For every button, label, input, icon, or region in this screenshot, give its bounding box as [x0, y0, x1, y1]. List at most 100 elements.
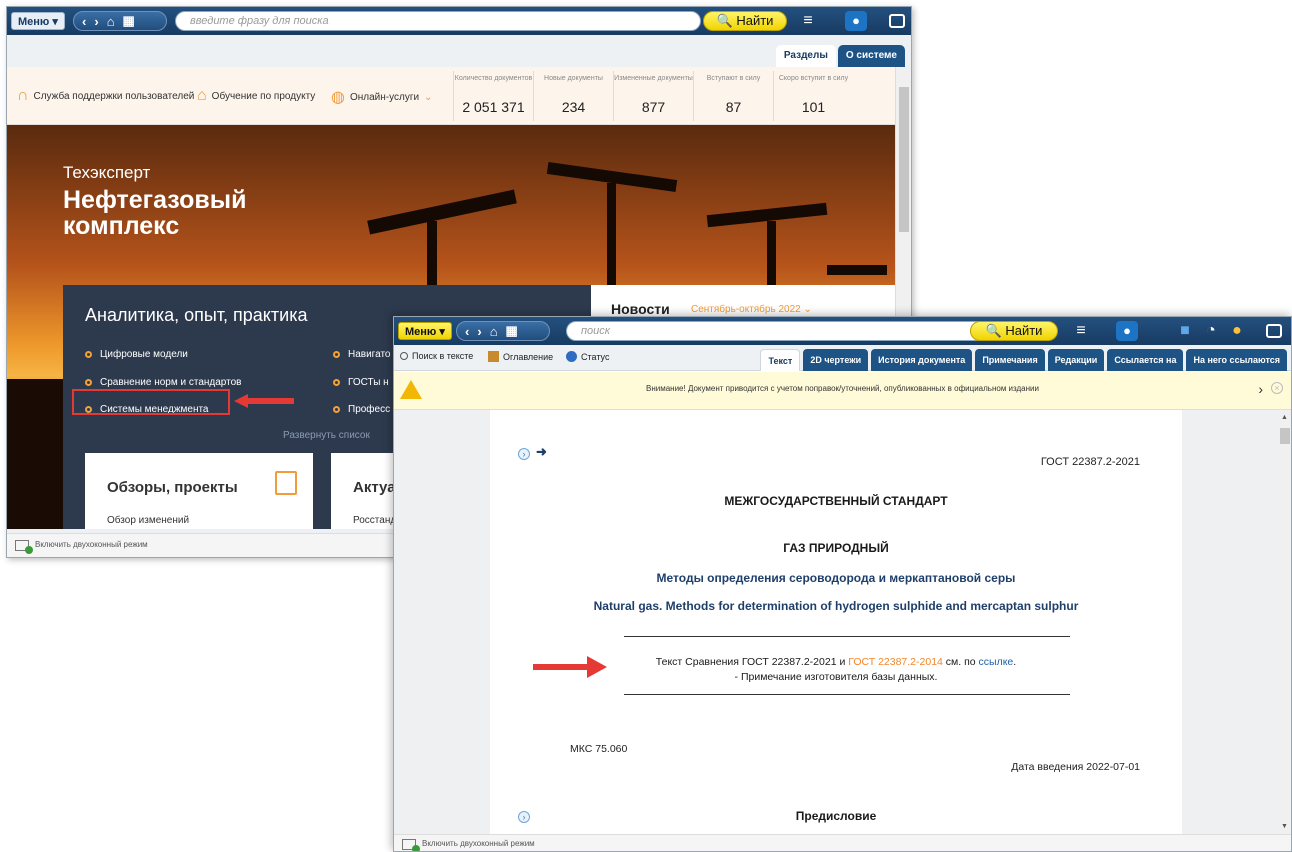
doc-mks: МКС 75.060	[570, 743, 628, 755]
close-icon[interactable]: ×	[1271, 382, 1283, 394]
analytics-item[interactable]: ГОСТы н	[333, 377, 389, 388]
analytics-title: Аналитика, опыт, практика	[85, 305, 308, 325]
doc-preface-heading: Предисловие	[795, 809, 877, 823]
document-icon	[275, 471, 297, 495]
support-link[interactable]: ∩ Служба поддержки пользователей	[17, 87, 194, 105]
stat-total[interactable]: Количество документов 2 051 371	[453, 71, 533, 121]
top-toolbar: Меню ▾ ‹ › ⌂ ▦ введите фразу для поиска …	[7, 7, 911, 35]
status-icon	[566, 351, 577, 362]
annotation-arrow-left	[234, 394, 294, 408]
back-arrow-icon[interactable]: ‹	[465, 324, 469, 339]
front-window: Меню ▾ ‹ › ⌂ ▦ поиск 🔍 Найти ≡ ● ■ ◔ ● П…	[393, 316, 1292, 852]
warning-text: Внимание! Документ приводится с учетом п…	[646, 384, 1039, 393]
menu-button[interactable]: Меню ▾	[11, 12, 65, 30]
bullet-icon	[333, 406, 340, 413]
clock-icon[interactable]: ◔	[1200, 321, 1222, 341]
grid-icon[interactable]: ▦	[123, 13, 135, 29]
book-icon	[488, 351, 499, 362]
chevron-down-icon: ⌄	[424, 91, 433, 103]
analytics-item[interactable]: Навигато	[333, 349, 390, 360]
document-page: › ➜ ГОСТ 22387.2-2021 МЕЖГОСУДАРСТВЕННЫЙ…	[490, 410, 1182, 834]
forward-arrow-icon[interactable]: ›	[477, 324, 481, 339]
document-tabs: Текст 2D чертежи История документа Приме…	[760, 349, 1287, 371]
list-menu-icon[interactable]: ≡	[1070, 321, 1092, 341]
divider	[624, 694, 1070, 695]
contents-button[interactable]: Оглавление	[488, 351, 553, 362]
tab-sections[interactable]: Разделы	[775, 45, 836, 67]
bullet-icon	[85, 351, 92, 358]
expand-list-link[interactable]: Развернуть список	[283, 430, 370, 441]
bullet-icon	[85, 379, 92, 386]
dual-window-icon[interactable]	[15, 540, 33, 554]
tab-revisions[interactable]: Редакции	[1047, 349, 1105, 371]
document-toolbar: Поиск в тексте Оглавление Статус Текст 2…	[394, 345, 1291, 371]
search-input[interactable]: введите фразу для поиска	[175, 11, 701, 31]
vertical-scrollbar[interactable]: ▲ ▼	[1277, 410, 1291, 834]
card-reviews[interactable]: Обзоры, проекты Обзор изменений	[85, 453, 313, 529]
annotation-arrow-right	[533, 656, 607, 678]
comparison-link[interactable]: ссылке	[979, 656, 1014, 668]
tab-about[interactable]: О системе	[837, 45, 905, 67]
card-link[interactable]: Обзор изменений	[107, 515, 189, 526]
nav-controls: ‹ › ⌂ ▦	[456, 321, 550, 341]
arrow-right-icon[interactable]: ➜	[536, 444, 547, 460]
home-icon[interactable]: ⌂	[107, 14, 115, 29]
chevron-right-icon[interactable]: ›	[1258, 381, 1263, 397]
dual-window-icon[interactable]	[402, 839, 420, 851]
user-icon[interactable]: ●	[1116, 321, 1138, 341]
stat-changed[interactable]: Измененные документы 877	[613, 71, 693, 121]
bullet-icon	[333, 379, 340, 386]
feedback-icon[interactable]	[889, 14, 905, 28]
headset-icon: ∩	[17, 87, 29, 104]
status-button[interactable]: Статус	[566, 351, 609, 362]
magnifier-icon	[400, 352, 408, 360]
dual-window-toggle[interactable]: Включить двухоконный режим	[35, 540, 148, 549]
list-menu-icon[interactable]: ≡	[797, 11, 819, 31]
document-viewport: › ➜ ГОСТ 22387.2-2021 МЕЖГОСУДАРСТВЕННЫЙ…	[394, 410, 1277, 834]
find-button[interactable]: 🔍 Найти	[970, 321, 1058, 341]
scroll-down-icon[interactable]: ▼	[1281, 823, 1288, 830]
navigate-circle-icon[interactable]: ›	[518, 448, 530, 460]
back-arrow-icon[interactable]: ‹	[82, 14, 86, 29]
folder-icon[interactable]: ■	[1174, 321, 1196, 341]
user-icon[interactable]: ●	[845, 11, 867, 31]
tab-2d-drawings[interactable]: 2D чертежи	[803, 349, 869, 371]
product-title: Нефтегазовый комплекс	[63, 186, 247, 240]
find-button[interactable]: 🔍 Найти	[703, 11, 787, 31]
dual-window-toggle[interactable]: Включить двухоконный режим	[422, 839, 535, 848]
search-in-text-button[interactable]: Поиск в тексте	[400, 351, 473, 361]
online-services-link[interactable]: ◍ Онлайн-услуги ⌄	[331, 87, 432, 107]
section-tabs: Разделы О системе	[775, 45, 905, 67]
tab-text[interactable]: Текст	[760, 349, 801, 371]
stat-effective[interactable]: Вступают в силу 87	[693, 71, 773, 121]
doc-title-en: Natural gas. Methods for determination o…	[593, 599, 1079, 613]
top-toolbar: Меню ▾ ‹ › ⌂ ▦ поиск 🔍 Найти ≡ ● ■ ◔ ●	[394, 317, 1291, 345]
stat-soon[interactable]: Скоро вступит в силу 101	[773, 71, 853, 121]
tab-history[interactable]: История документа	[871, 349, 973, 371]
tab-referenced-by[interactable]: На него ссылаются	[1186, 349, 1287, 371]
pumpjack-beam	[367, 189, 517, 235]
timer-icon[interactable]: ●	[1226, 321, 1248, 341]
grid-icon[interactable]: ▦	[506, 323, 518, 339]
bullet-icon	[333, 351, 340, 358]
doc-gost-code: ГОСТ 22387.2-2021	[1040, 456, 1140, 468]
analytics-item[interactable]: Цифровые модели	[85, 349, 188, 360]
analytics-item[interactable]: Професс	[333, 404, 390, 415]
card-link[interactable]: Росстанд	[353, 515, 396, 526]
search-input[interactable]: поиск	[566, 321, 986, 341]
tab-notes[interactable]: Примечания	[975, 349, 1045, 371]
gost-2014-link[interactable]: ГОСТ 22387.2-2014	[848, 656, 943, 668]
forward-arrow-icon[interactable]: ›	[94, 14, 98, 29]
news-period-select[interactable]: Сентябрь-октябрь 2022 ⌄	[691, 304, 812, 315]
scrollbar-thumb[interactable]	[899, 87, 909, 232]
home-icon[interactable]: ⌂	[490, 324, 498, 339]
scroll-up-icon[interactable]: ▲	[1281, 414, 1288, 421]
feedback-icon[interactable]	[1266, 324, 1282, 338]
tab-refers-to[interactable]: Ссылается на	[1107, 349, 1184, 371]
menu-button[interactable]: Меню ▾	[398, 322, 452, 340]
analytics-item[interactable]: Сравнение норм и стандартов	[85, 377, 241, 388]
scrollbar-thumb[interactable]	[1280, 428, 1290, 444]
news-title: Новости	[611, 301, 670, 317]
stat-new[interactable]: Новые документы 234	[533, 71, 613, 121]
training-link[interactable]: ⌂ Обучение по продукту	[197, 87, 315, 105]
